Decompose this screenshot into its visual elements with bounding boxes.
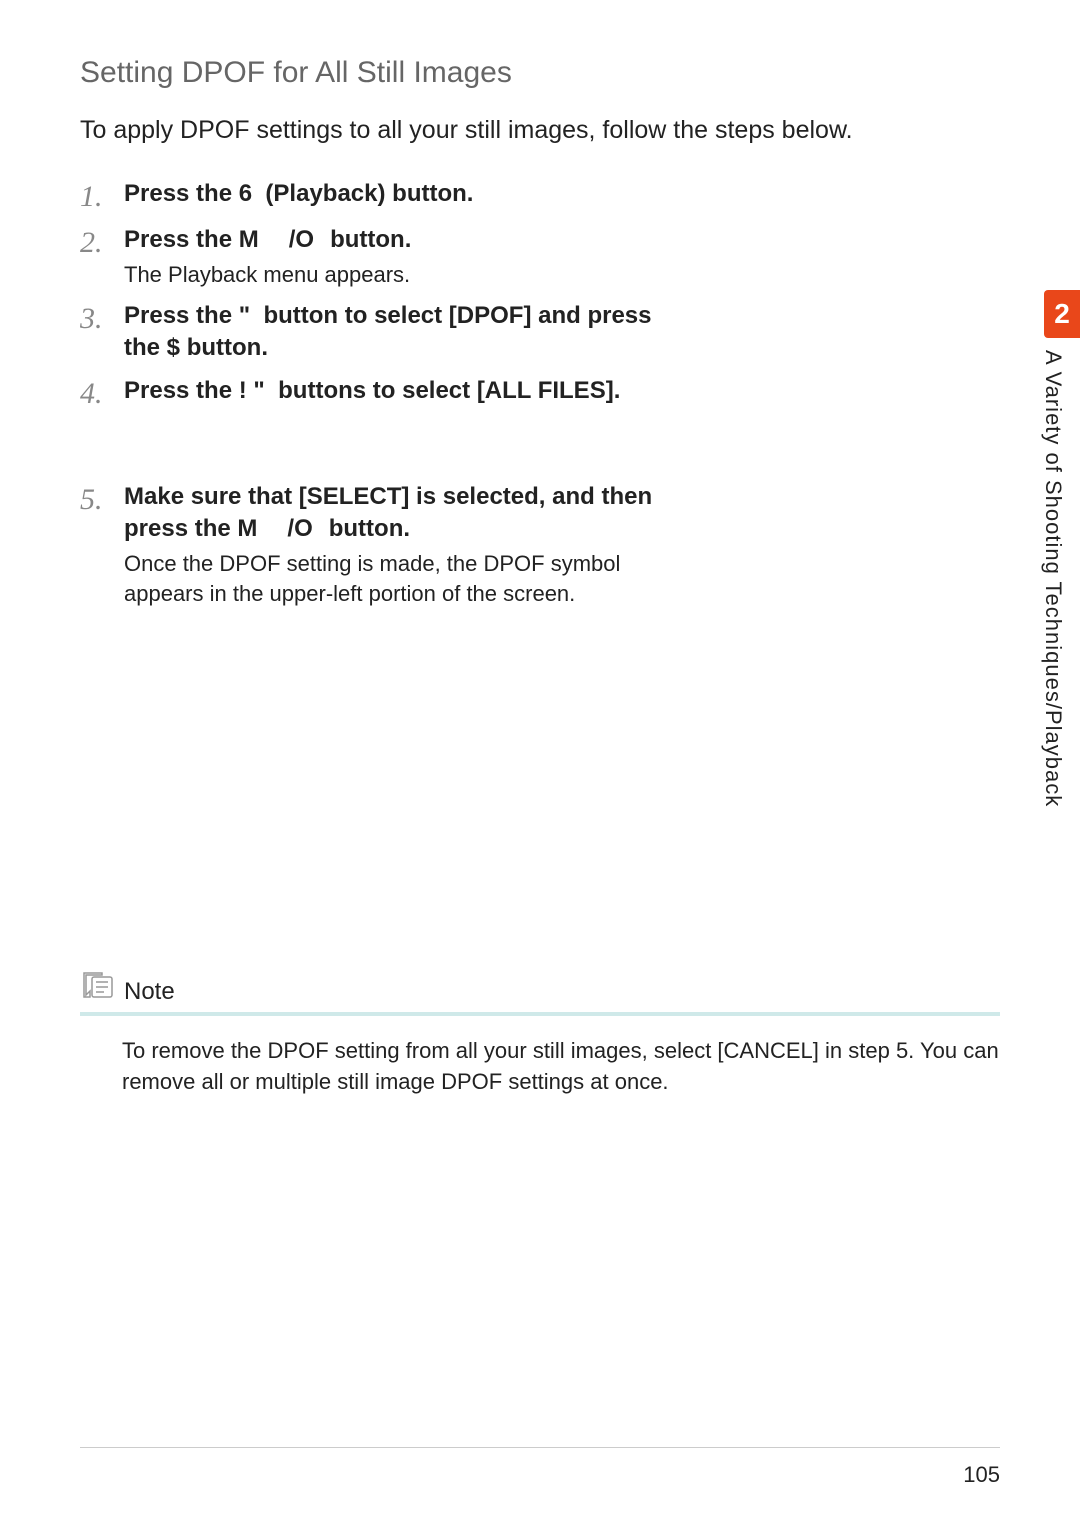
steps-list: 1. Press the 6 (Playback) button. 2. Pre… bbox=[80, 178, 1000, 609]
intro-paragraph: To apply DPOF settings to all your still… bbox=[80, 114, 1000, 148]
chapter-side-label: A Variety of Shooting Techniques/Playbac… bbox=[1040, 350, 1066, 807]
step-subtext: The Playback menu appears. bbox=[124, 260, 680, 290]
page: Setting DPOF for All Still Images To app… bbox=[0, 0, 1080, 1528]
note-icon bbox=[80, 969, 116, 1006]
step-1: 1. Press the 6 (Playback) button. bbox=[80, 178, 680, 214]
step-2: 2. Press the M/Obutton. The Playback men… bbox=[80, 224, 680, 290]
page-number: 105 bbox=[963, 1462, 1000, 1487]
step-subtext: Once the DPOF setting is made, the DPOF … bbox=[124, 549, 680, 608]
note-rule bbox=[80, 1012, 1000, 1016]
step-title: Press the M/Obutton. bbox=[124, 224, 680, 256]
step-number: 5. bbox=[80, 481, 124, 517]
step-title: Press the " button to select [DPOF] and … bbox=[124, 300, 680, 365]
step-number: 4. bbox=[80, 375, 124, 411]
page-footer: 105 bbox=[80, 1447, 1000, 1488]
chapter-tab: 2 bbox=[1044, 290, 1080, 338]
section-heading: Setting DPOF for All Still Images bbox=[80, 56, 1000, 90]
step-number: 2. bbox=[80, 224, 124, 260]
step-3: 3. Press the " button to select [DPOF] a… bbox=[80, 300, 680, 365]
step-4: 4. Press the ! " buttons to select [ALL … bbox=[80, 375, 680, 411]
note-section: Note To remove the DPOF setting from all… bbox=[80, 969, 1000, 1098]
step-number: 3. bbox=[80, 300, 124, 336]
step-title: Press the 6 (Playback) button. bbox=[124, 178, 680, 210]
note-text: To remove the DPOF setting from all your… bbox=[80, 1036, 1000, 1098]
step-title: Make sure that [SELECT] is selected, and… bbox=[124, 481, 680, 546]
step-5: 5. Make sure that [SELECT] is selected, … bbox=[80, 481, 680, 609]
step-number: 1. bbox=[80, 178, 124, 214]
note-label: Note bbox=[124, 978, 175, 1006]
step-title: Press the ! " buttons to select [ALL FIL… bbox=[124, 375, 680, 407]
